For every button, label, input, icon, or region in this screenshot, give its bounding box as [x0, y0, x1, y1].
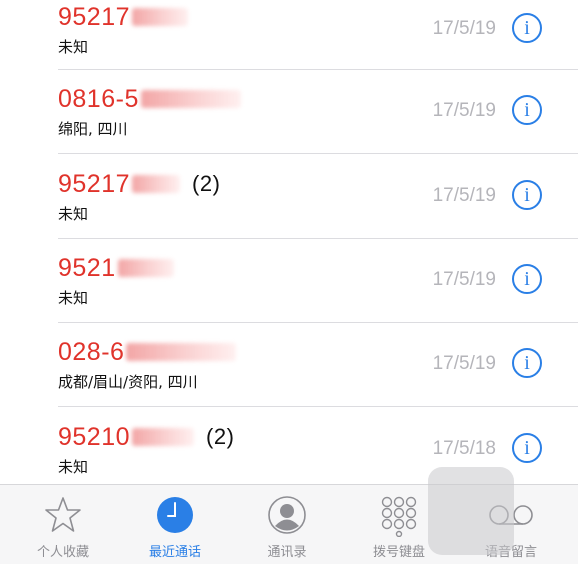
call-location: 未知 — [58, 205, 89, 223]
divider — [58, 322, 578, 323]
divider — [58, 238, 578, 239]
call-number: 0816-5 — [58, 84, 253, 114]
clock-icon — [155, 495, 195, 540]
call-count: (2) — [206, 424, 235, 449]
info-icon[interactable]: i — [512, 348, 542, 378]
tab-contacts[interactable]: 通讯录 — [232, 485, 342, 564]
keypad-icon — [379, 495, 419, 542]
redacted-digits — [132, 428, 195, 446]
call-row[interactable]: 0816-5 绵阳, 四川 17/5/19 i — [0, 84, 578, 168]
call-date: 17/5/19 — [432, 100, 496, 121]
info-icon[interactable]: i — [512, 180, 542, 210]
call-number: 95210 (2) — [58, 422, 235, 451]
redacted-digits — [140, 90, 241, 108]
call-date: 17/5/19 — [432, 18, 496, 39]
call-row[interactable]: 9521 未知 17/5/19 i — [0, 253, 578, 337]
tab-label: 个人收藏 — [36, 545, 89, 560]
call-location: 未知 — [58, 458, 89, 476]
info-icon[interactable]: i — [512, 13, 542, 43]
call-number: 95217 — [58, 2, 200, 32]
redacted-digits — [132, 175, 181, 193]
call-location: 未知 — [58, 289, 89, 307]
redacted-digits — [126, 343, 237, 361]
call-count: (2) — [192, 171, 221, 196]
redacted-digits — [117, 259, 174, 277]
call-number: 028-6 — [58, 337, 248, 367]
call-location: 成都/眉山/资阳, 四川 — [58, 373, 198, 391]
call-date: 17/5/19 — [432, 185, 496, 206]
contacts-icon — [267, 495, 307, 540]
divider — [58, 153, 578, 154]
info-icon[interactable]: i — [512, 264, 542, 294]
tab-recents[interactable]: 最近通话 — [120, 485, 230, 564]
star-icon — [43, 495, 83, 540]
tab-favorites[interactable]: 个人收藏 — [8, 485, 118, 564]
call-date: 17/5/19 — [432, 353, 496, 374]
redacted-digits — [132, 8, 189, 26]
call-date: 17/5/19 — [432, 269, 496, 290]
call-location: 未知 — [58, 38, 89, 56]
tab-label: 通讯录 — [267, 545, 307, 560]
call-number: 95217 (2) — [58, 169, 221, 198]
call-location: 绵阳, 四川 — [58, 120, 128, 138]
call-row[interactable]: 028-6 成都/眉山/资阳, 四川 17/5/19 i — [0, 337, 578, 421]
call-number: 9521 — [58, 253, 186, 283]
tab-label: 最近通话 — [148, 545, 201, 560]
divider — [58, 69, 578, 70]
call-row[interactable]: 95217 (2) 未知 17/5/19 i — [0, 169, 578, 253]
info-icon[interactable]: i — [512, 95, 542, 125]
info-icon[interactable]: i — [512, 433, 542, 463]
divider — [58, 406, 578, 407]
call-row[interactable]: 95217 未知 17/5/19 i — [0, 2, 578, 86]
assistive-touch-button[interactable] — [428, 467, 514, 555]
call-date: 17/5/18 — [432, 438, 496, 459]
